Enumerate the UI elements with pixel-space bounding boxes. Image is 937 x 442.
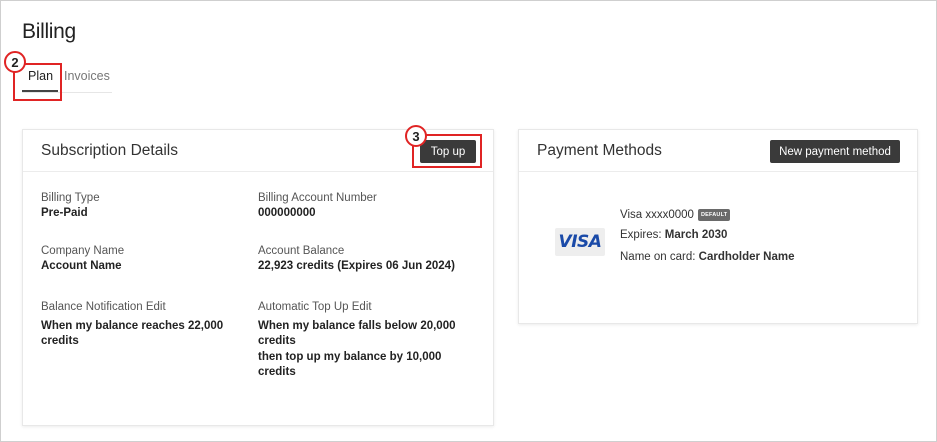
billing-type-label: Billing Type: [41, 192, 100, 204]
card-expiry-value: March 2030: [664, 229, 728, 241]
new-payment-method-button[interactable]: New payment method: [770, 140, 900, 163]
account-balance-label: Account Balance: [258, 245, 345, 257]
billing-type-value: Pre-Paid: [41, 207, 88, 219]
balance-notification-field: Balance Notification Edit When my balanc…: [41, 300, 236, 349]
auto-topup-value-line2: then top up my balance by 10,000 credits: [258, 351, 442, 378]
payment-method-item: VISA Visa xxxx0000 DEFAULT Expires: March…: [519, 172, 917, 323]
card-number-line: Visa xxxx0000 DEFAULT: [620, 209, 731, 221]
subscription-card-title: Subscription Details: [41, 142, 178, 159]
balance-notification-label[interactable]: Balance Notification Edit: [41, 300, 236, 314]
page-title: Billing: [22, 20, 76, 43]
card-name-value: Cardholder Name: [698, 251, 795, 263]
account-balance-field: Account Balance 22,923 credits (Expires …: [258, 244, 488, 274]
company-name-value: Account Name: [41, 260, 122, 272]
company-name-label: Company Name: [41, 245, 125, 257]
auto-topup-value-line1: When my balance falls below 20,000 credi…: [258, 320, 456, 347]
visa-logo-text: VISA: [558, 232, 602, 252]
billing-account-number-value: 000000000: [258, 207, 316, 219]
payment-card-header: Payment Methods New payment method: [519, 130, 917, 172]
account-balance-value: 22,923 credits (Expires 06 Jun 2024): [258, 260, 455, 272]
card-name-line: Name on card: Cardholder Name: [620, 251, 795, 263]
payment-card-title: Payment Methods: [537, 142, 662, 159]
billing-account-number-field: Billing Account Number 000000000: [258, 191, 468, 221]
step-2-marker: 2: [4, 51, 26, 73]
payment-methods-card: Payment Methods New payment method VISA …: [518, 129, 918, 324]
card-expiry-line: Expires: March 2030: [620, 229, 727, 241]
company-name-field: Company Name Account Name: [41, 244, 251, 274]
visa-card-icon: VISA: [555, 228, 605, 256]
billing-account-number-label: Billing Account Number: [258, 192, 377, 204]
auto-topup-label[interactable]: Automatic Top Up Edit: [258, 300, 463, 314]
card-expiry-label: Expires:: [620, 229, 662, 241]
card-number: Visa xxxx0000: [620, 209, 694, 221]
subscription-details-card: Subscription Details Top up Billing Type…: [22, 129, 494, 426]
step-3-marker: 3: [405, 125, 427, 147]
default-badge: DEFAULT: [697, 209, 731, 221]
balance-notification-value: When my balance reaches 22,000 credits: [41, 320, 224, 347]
auto-topup-field: Automatic Top Up Edit When my balance fa…: [258, 300, 463, 380]
tab-invoices[interactable]: Invoices: [64, 69, 110, 83]
billing-type-field: Billing Type Pre-Paid: [41, 191, 251, 221]
card-name-label: Name on card:: [620, 251, 696, 263]
